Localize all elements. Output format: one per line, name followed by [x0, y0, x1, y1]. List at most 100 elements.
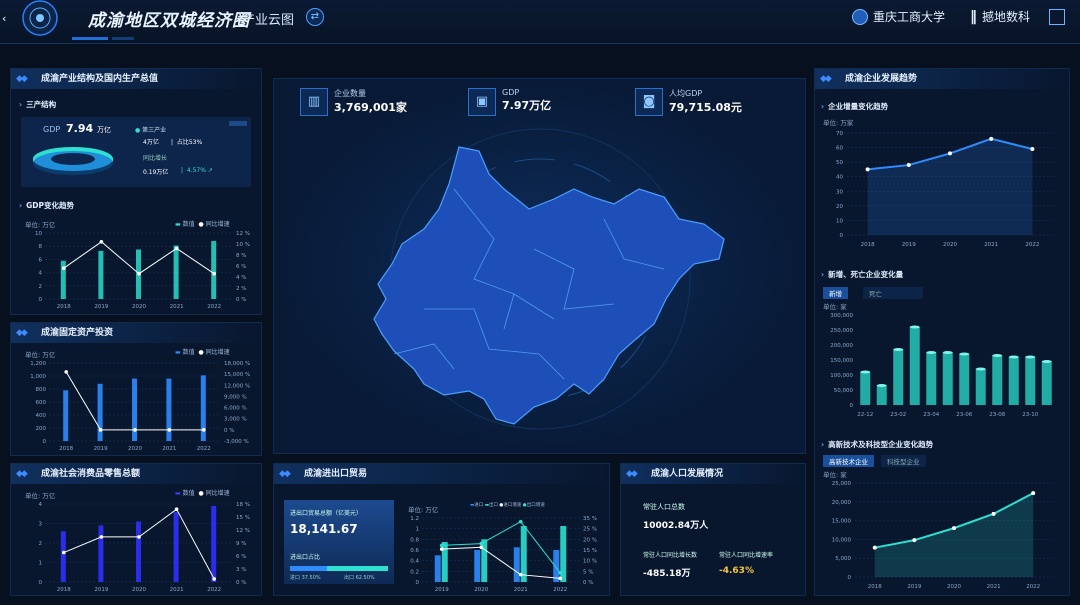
x-tick-label: 2019: [94, 587, 108, 593]
unit-label: 单位: 万家: [823, 119, 854, 127]
bar-新增: [1008, 357, 1019, 405]
x-tick-label: 2019: [435, 587, 449, 593]
gdp-unit: 万亿: [97, 126, 111, 134]
y-tick-label: 0: [848, 575, 852, 581]
point-出口增速: [439, 543, 444, 548]
bar-数值: [97, 383, 103, 441]
point-高新技术企业: [991, 511, 996, 516]
double-chevron-icon: ◆◆: [16, 74, 28, 84]
bar-cap: [942, 351, 953, 354]
slider-dot[interactable]: [229, 121, 247, 126]
y-tick-label: 0: [840, 233, 844, 239]
chongqing-sichuan-map: [373, 128, 725, 430]
y-tick-label: 50,000: [834, 388, 854, 394]
y-tick-label: 25,000: [832, 481, 852, 487]
y-tick-label: 100,000: [830, 373, 853, 379]
y-tick-label: 200: [36, 426, 47, 432]
back-chevron-icon[interactable]: ‹: [2, 12, 6, 25]
gdp-label: GDP: [43, 125, 61, 134]
y-tick-label: 0: [43, 439, 47, 445]
bar-新增: [1041, 361, 1052, 405]
point-出口增速: [518, 519, 523, 524]
export-share: 出口 62.50%: [344, 575, 375, 581]
growth-label: 同比增长: [143, 155, 168, 162]
y-tick-label: 30: [836, 189, 843, 195]
x-tick-label: 2022: [1026, 584, 1040, 590]
bar-cap: [1041, 360, 1052, 363]
population-growth-label: 常驻人口同比增长数: [643, 552, 698, 559]
kpi-label: 人均GDP: [669, 89, 703, 98]
tab-hitech[interactable]: 高新技术企业: [823, 455, 874, 467]
kpi-value: 7.97万亿: [502, 99, 552, 112]
y2-tick-label: 35 %: [583, 516, 597, 522]
brand-logo-icon: ‖: [970, 8, 977, 25]
point-企业增量: [989, 136, 994, 141]
point-同比增速: [98, 428, 103, 432]
point-企业增量: [865, 167, 870, 172]
x-tick-label: 2021: [170, 587, 184, 593]
x-tick-label: 2021: [514, 587, 528, 593]
swap-icon[interactable]: ⇄: [306, 8, 324, 26]
bar-数值: [98, 525, 104, 582]
building-icon: ▥: [300, 88, 328, 116]
point-同比增速: [202, 428, 206, 432]
y-tick-label: 1,000: [30, 374, 46, 380]
bar-cap: [992, 354, 1003, 357]
double-chevron-icon: ◆◆: [16, 328, 28, 338]
line-进口增速: [441, 546, 561, 579]
bar-进口: [434, 555, 441, 582]
y-tick-label: 1: [416, 527, 420, 533]
point-进口增速: [518, 572, 523, 577]
point-同比增速: [64, 370, 68, 374]
university-emblem-icon: [852, 8, 868, 25]
bar-新增: [893, 349, 904, 405]
x-tick-label: 23-10: [1022, 412, 1038, 418]
y-tick-label: 0: [39, 580, 43, 586]
gdp-chart: 0 2 4 6 8 10 0 % 2 % 4 % 6 % 8 % 10 % 12 % 2018 2019 20…: [35, 231, 250, 310]
y-tick-label: 10: [35, 231, 42, 237]
bar-数值: [136, 521, 141, 582]
x-tick-label: 2019: [94, 304, 108, 310]
bar-cap: [876, 384, 887, 387]
bar-进口: [553, 550, 560, 582]
y2-tick-label: 10 %: [236, 242, 250, 248]
bar-新增: [942, 352, 953, 405]
panel-title: ◆◆ 成渝产业结构及国内生产总值: [11, 69, 261, 89]
y-tick-label: 4: [39, 502, 43, 508]
fixed-investment-chart: 0 200 400 600 800 1,000 1,200 -3,000 % 0 % 3,000 …: [30, 361, 250, 452]
trade-ratio-bar: [290, 566, 388, 571]
enterprise-increase-chart: 0 10 20 30 40 50 60 70 2018 2019 2020 2021 2022: [836, 131, 1053, 248]
y2-tick-label: 0 %: [236, 297, 246, 303]
kpi-gdp: ▣ GDP 7.97万亿: [468, 88, 551, 116]
y2-tick-label: 2 %: [236, 286, 246, 292]
bar-新增: [1025, 357, 1036, 405]
x-tick-label: 22-12: [857, 412, 873, 418]
tab-tech[interactable]: 科技型企业: [881, 455, 926, 467]
industry-panel: ◆◆成渝产业结构及国内生产总值 三产结构 GDP 7.94 万亿 ● 第三产业 …: [10, 68, 262, 315]
map-panel: [273, 78, 806, 454]
point-出口增速: [558, 571, 563, 575]
population-panel: ◆◆ 成渝人口发展情况 常驻人口总数 10002.84万人 常驻人口同比增长数 -…: [620, 463, 806, 596]
point-出口增速: [479, 541, 484, 546]
y2-tick-label: 6 %: [236, 554, 246, 560]
point-进口增速: [439, 547, 444, 551]
point-高新技术企业: [872, 545, 877, 550]
y-tick-label: 8: [39, 244, 43, 250]
bar-新增: [860, 372, 871, 405]
tab-new[interactable]: 新增: [823, 287, 848, 299]
y-tick-label: 50: [836, 160, 843, 166]
point-同比增速: [212, 577, 216, 581]
bar-cap: [975, 367, 986, 371]
y2-tick-label: 5 %: [583, 569, 593, 575]
double-chevron-icon: ◆◆: [279, 469, 291, 479]
point-同比增速: [137, 535, 141, 539]
gdp-value: 7.94: [66, 122, 94, 135]
header: ‹ 成渝地区双城经济圈 产业云图 ⇄ 重庆工商大学 ‖ 撼地数科: [0, 0, 1080, 44]
population-total-value: 10002.84万人: [643, 521, 709, 531]
fullscreen-icon[interactable]: [1049, 9, 1065, 25]
university-label: 重庆工商大学: [852, 8, 945, 25]
tab-dead[interactable]: 死亡: [863, 287, 923, 299]
point-企业增量: [1030, 147, 1035, 152]
population-growth-value: -485.18万: [643, 569, 691, 579]
y-tick-label: 10: [836, 218, 843, 224]
